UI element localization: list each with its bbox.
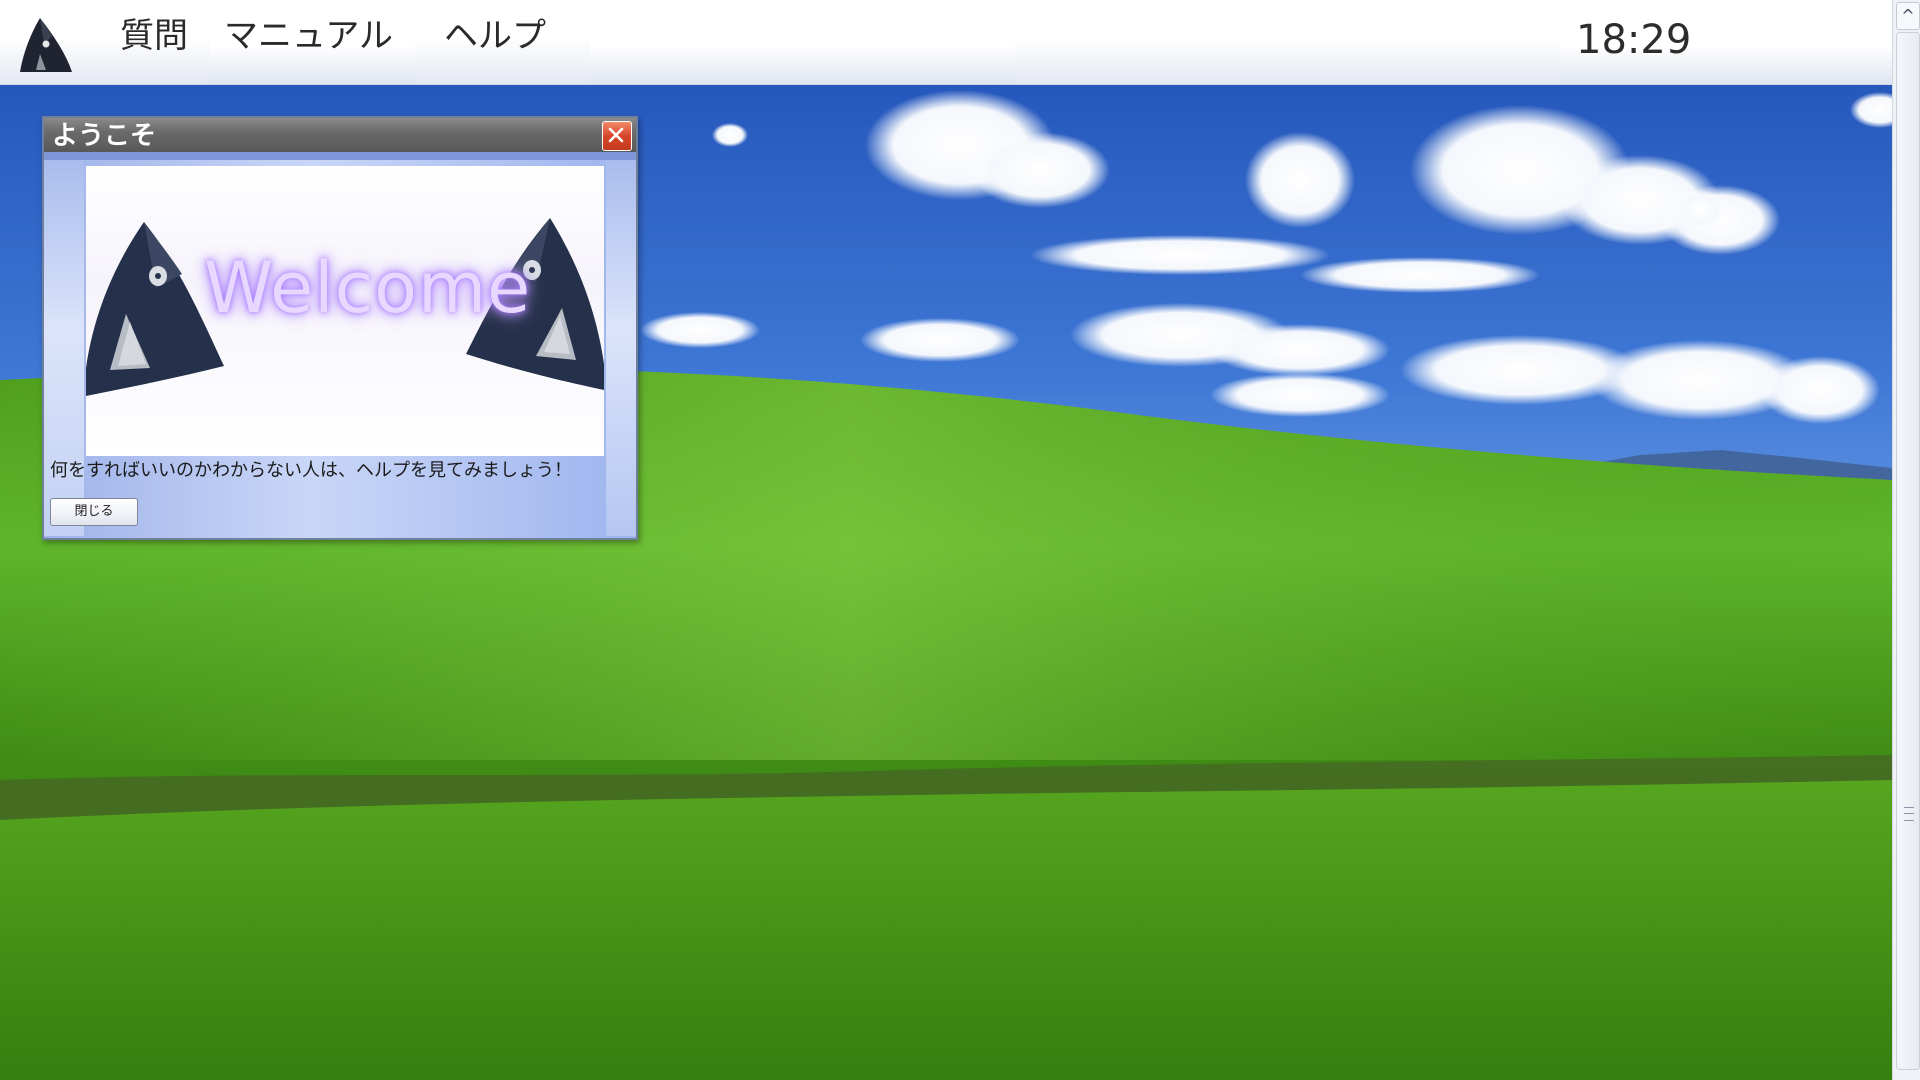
menu-highlight-segment: [590, 0, 1015, 84]
menu-item-question[interactable]: 質問: [120, 14, 188, 58]
close-x-icon: [608, 127, 624, 143]
dialog-message: 何をすればいいのかわからない人は、ヘルプを見てみましょう！: [50, 460, 572, 481]
top-menu-bar: 質問 マニュアル ヘルプ 18:29: [0, 0, 1892, 85]
vertical-scrollbar[interactable]: ^: [1892, 0, 1920, 1080]
hooded-figure-logo-icon[interactable]: [14, 14, 78, 78]
welcome-banner-text: Welcome: [204, 247, 532, 329]
dialog-close-button[interactable]: [602, 121, 632, 151]
dialog-side-panel: [606, 160, 636, 536]
clock: 18:29: [1576, 17, 1692, 63]
welcome-dialog: ようこそ Welcome 何をすればいいのかわからない人は、ヘルプを見てみましょ…: [42, 116, 638, 540]
desktop: 質問 マニュアル ヘルプ 18:29 ようこそ Welcome 何をすればいいの…: [0, 0, 1892, 1080]
dialog-close-text-button[interactable]: 閉じる: [50, 498, 138, 526]
scroll-up-arrow-icon[interactable]: ^: [1896, 2, 1920, 30]
welcome-banner-image: Welcome: [86, 166, 604, 456]
dialog-title: ようこそ: [52, 121, 157, 151]
menu-item-help[interactable]: ヘルプ: [444, 14, 546, 58]
scrollbar-grip-icon: [1904, 807, 1914, 821]
dialog-titlebar[interactable]: ようこそ: [44, 118, 636, 152]
menu-item-manual[interactable]: マニュアル: [224, 14, 393, 58]
dialog-header-stripe: [44, 152, 636, 160]
scrollbar-thumb[interactable]: [1896, 32, 1920, 1070]
